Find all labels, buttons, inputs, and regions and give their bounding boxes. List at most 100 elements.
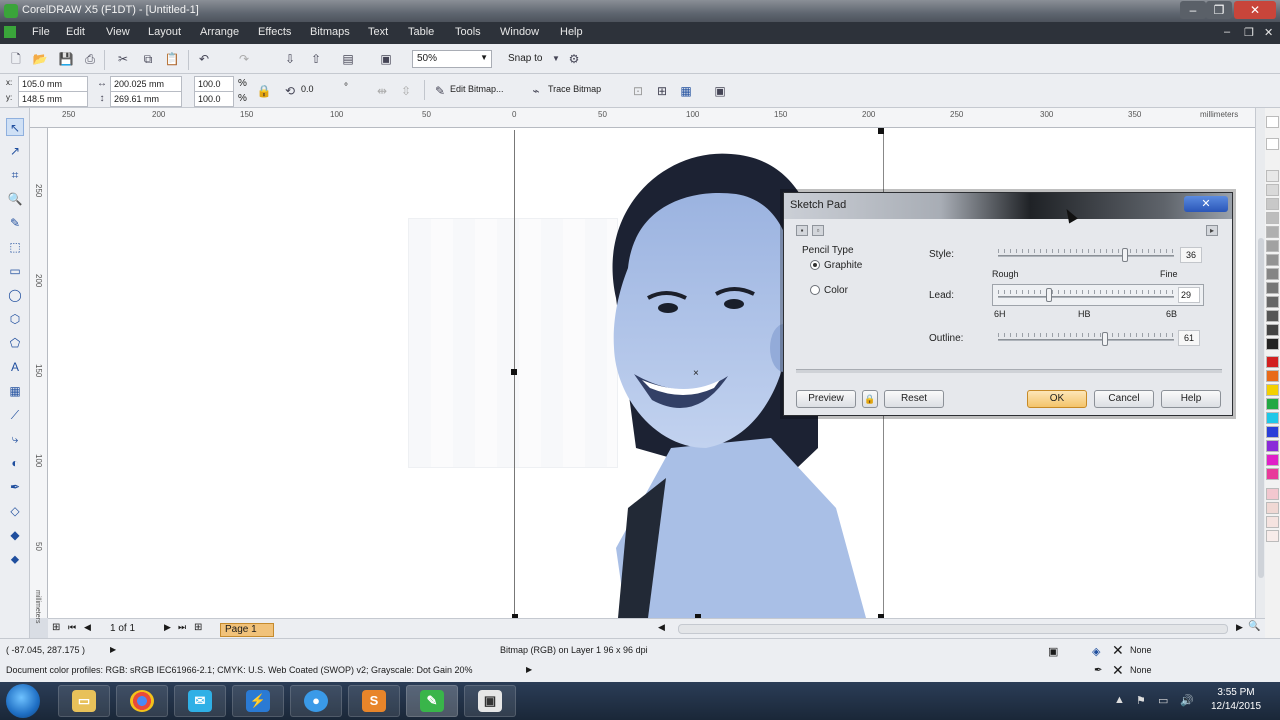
options-icon[interactable]: ⚙ [566,51,582,67]
table-tool-icon[interactable]: ▦ [6,382,24,400]
blend-tool-icon[interactable]: ◐ [6,454,24,472]
color-swatch[interactable] [1266,398,1279,410]
color-swatch[interactable] [1266,488,1279,500]
y-position-field[interactable]: 148.5 mm [18,91,88,107]
horizontal-ruler[interactable]: 250 200 150 100 50 0 50 100 150 200 250 … [30,108,1255,128]
welcome-screen-icon[interactable]: ▣ [378,51,394,67]
menu-window[interactable]: Window [500,26,539,38]
cancel-button[interactable]: Cancel [1094,390,1154,408]
outline-tool-icon[interactable]: ◇ [6,502,24,520]
selection-handle[interactable] [878,128,884,134]
color-swatch[interactable] [1266,198,1279,210]
zoom-tool-icon[interactable]: 🔍 [6,190,24,208]
split-preview-icon[interactable]: ▫ [812,225,824,236]
pick-tool-icon[interactable]: ↖ [6,118,24,136]
help-button[interactable]: Help [1161,390,1221,408]
ellipse-tool-icon[interactable]: ◯ [6,286,24,304]
lock-ratio-icon[interactable]: 🔒 [256,83,272,99]
tray-expand-icon[interactable]: ▲ [1114,694,1125,706]
chevron-down-icon[interactable]: ▼ [548,51,564,67]
crop-tool-icon[interactable]: ⌗ [6,166,24,184]
menu-edit[interactable]: Edit [66,26,85,38]
color-swatch[interactable] [1266,412,1279,424]
menu-help[interactable]: Help [560,26,583,38]
doc-restore-icon[interactable]: ❐ [1244,26,1254,39]
menu-arrange[interactable]: Arrange [200,26,239,38]
color-swatch[interactable] [1266,254,1279,266]
interactive-fill-icon[interactable]: ⬥ [6,550,24,568]
import-icon[interactable]: ⇩ [282,51,298,67]
color-swatch[interactable] [1266,440,1279,452]
color-swatch[interactable] [1266,282,1279,294]
zoom-dropdown[interactable]: 50% ▼ [412,50,492,68]
taskbar-media[interactable]: ● [290,685,342,717]
horizontal-scrollbar[interactable] [678,624,1228,634]
taskbar-s-app[interactable]: S [348,685,400,717]
fill-tool-icon[interactable]: ◆ [6,526,24,544]
color-profiles[interactable]: Document color profiles: RGB: sRGB IEC61… [6,665,473,675]
color-swatch[interactable] [1266,310,1279,322]
resample-icon[interactable]: ⊞ [654,83,670,99]
freehand-tool-icon[interactable]: ✎ [6,214,24,232]
scroll-left-icon[interactable]: ◀ [658,622,665,633]
close-button[interactable]: ✕ [1234,1,1276,19]
action-center-icon[interactable]: ⚑ [1136,694,1146,707]
x-position-field[interactable]: 105.0 mm [18,76,88,92]
open-icon[interactable]: 📂 [32,51,48,67]
start-button[interactable] [6,684,40,718]
bitmap-color-mask-icon[interactable]: ▦ [678,83,694,99]
clock[interactable]: 3:55 PM 12/14/2015 [1196,686,1276,714]
menu-layout[interactable]: Layout [148,26,181,38]
connector-tool-icon[interactable]: ⤷ [6,430,24,448]
color-swatch[interactable] [1266,370,1279,382]
taskbar-capture[interactable]: ▣ [464,685,516,717]
dimension-tool-icon[interactable]: ⟋ [6,406,24,424]
color-swatch[interactable] [1266,324,1279,336]
selection-handle[interactable] [511,369,517,375]
color-swatch[interactable] [1266,240,1279,252]
maximize-button[interactable]: ❐ [1206,1,1232,19]
lead-slider-thumb[interactable] [1046,288,1053,302]
preview-mode-icon[interactable]: ▪ [796,225,808,236]
next-page-icon[interactable]: ▶ [164,622,171,633]
color-swatch[interactable] [1266,426,1279,438]
color-swatch[interactable] [1266,170,1279,182]
scroll-right-icon[interactable]: ▶ [1236,622,1243,633]
color-swatch[interactable] [1266,454,1279,466]
color-swatch[interactable] [1266,184,1279,196]
dialog-title-bar[interactable]: Sketch Pad ✕ [784,193,1232,219]
style-slider-thumb[interactable] [1121,248,1128,262]
save-icon[interactable]: 💾 [58,51,74,67]
lock-icon[interactable]: 🔒 [862,390,878,408]
redo-icon[interactable]: ↷ [236,51,252,67]
zoom-navigator-icon[interactable]: 🔍 [1248,621,1260,632]
color-swatch[interactable] [1266,384,1279,396]
wrap-text-icon[interactable]: ▣ [712,83,728,99]
crop-bitmap-icon[interactable]: ⊡ [630,83,646,99]
dialog-close-button[interactable]: ✕ [1184,196,1228,212]
trace-bitmap-button[interactable]: Trace Bitmap [548,84,601,94]
color-swatch[interactable] [1266,296,1279,308]
edit-bitmap-icon[interactable]: ✎ [432,83,448,99]
volume-icon[interactable]: 🔊 [1180,694,1194,707]
color-swatch[interactable] [1266,212,1279,224]
lead-slider[interactable] [998,296,1174,298]
doc-minimize-icon[interactable]: – [1224,26,1230,38]
page-tab[interactable]: Page 1 [220,623,274,637]
color-swatch[interactable] [1266,530,1279,542]
menu-effects[interactable]: Effects [258,26,291,38]
menu-file[interactable]: File [32,26,50,38]
last-page-icon[interactable]: ⏭ [178,622,186,633]
color-swatch[interactable] [1266,138,1279,150]
vertical-ruler[interactable]: 250 200 150 100 50 millimeters [30,128,48,623]
add-page-icon[interactable]: ⊞ [194,622,202,633]
smart-fill-icon[interactable]: ⬚ [6,238,24,256]
polygon-tool-icon[interactable]: ⬡ [6,310,24,328]
reset-button[interactable]: Reset [884,390,944,408]
scale-height-field[interactable]: 100.0 [194,91,234,107]
style-value[interactable]: 36 [1180,247,1202,263]
snap-to-label[interactable]: Snap to [508,53,542,64]
color-swatch[interactable] [1266,356,1279,368]
mirror-vertical-icon[interactable]: ⇳ [398,83,414,99]
center-marker-icon[interactable]: × [693,368,699,379]
